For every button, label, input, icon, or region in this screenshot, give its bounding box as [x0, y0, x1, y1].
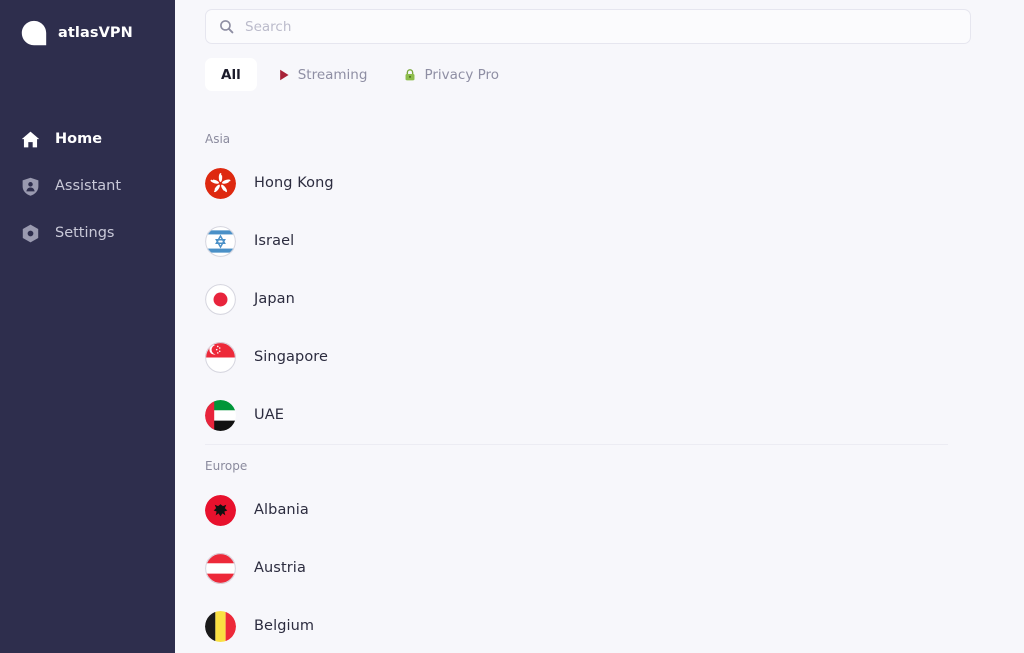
country-name: Austria: [254, 560, 306, 576]
country-name: Japan: [254, 291, 295, 307]
country-group-asia: Asia Hong Kong Israel Japan Singapore UA…: [205, 118, 948, 444]
search-container: [175, 0, 1024, 44]
country-row-singapore[interactable]: Singapore: [205, 328, 948, 386]
country-name: Albania: [254, 502, 309, 518]
tab-label: Privacy Pro: [424, 66, 500, 83]
main-panel: All Streaming Privacy Pro Asia: [175, 0, 1024, 653]
filter-tabs: All Streaming Privacy Pro: [175, 58, 1024, 91]
tab-label: Streaming: [297, 66, 368, 83]
sidebar-item-assistant[interactable]: Assistant: [0, 167, 175, 205]
flag-belgium: [205, 610, 236, 642]
flag-japan: [205, 283, 236, 315]
sidebar-item-label: Assistant: [55, 178, 122, 194]
lock-icon: [405, 68, 415, 80]
brand-name: atlasVPN: [58, 25, 133, 41]
country-row-austria[interactable]: Austria: [205, 539, 948, 597]
flag-albania: [205, 494, 236, 526]
country-row-israel[interactable]: Israel: [205, 212, 948, 270]
brand: atlasVPN: [0, 0, 175, 48]
country-row-japan[interactable]: Japan: [205, 270, 948, 328]
country-row-albania[interactable]: Albania: [205, 481, 948, 539]
sidebar-item-settings[interactable]: Settings: [0, 214, 175, 252]
shield-person-icon: [22, 177, 39, 196]
sidebar-item-home[interactable]: Home: [0, 120, 175, 158]
country-row-uae[interactable]: UAE: [205, 386, 948, 444]
gear-hexagon-icon: [22, 224, 39, 242]
sidebar-item-label: Home: [55, 131, 103, 147]
group-label: Asia: [205, 132, 231, 146]
sidebar: atlasVPN Home Assistant Settings: [0, 0, 175, 653]
flag-singapore: [205, 341, 236, 373]
country-row-hong-kong[interactable]: Hong Kong: [205, 154, 948, 212]
sidebar-nav: Home Assistant Settings: [0, 120, 175, 252]
play-triangle-icon: [279, 69, 289, 80]
search-box[interactable]: [205, 9, 971, 44]
country-row-belgium[interactable]: Belgium: [205, 597, 948, 653]
app-window: atlasVPN Home Assistant Settings Search …: [0, 0, 1024, 653]
group-label: Europe: [205, 444, 948, 481]
search-icon: [220, 20, 234, 34]
atlas-shell-logo-icon: [21, 20, 47, 46]
flag-israel: [205, 225, 236, 257]
flag-austria: [205, 552, 236, 584]
country-list: Asia Hong Kong Israel Japan Singapore UA…: [175, 118, 1024, 653]
country-name: Belgium: [254, 618, 315, 634]
tab-streaming[interactable]: Streaming: [261, 58, 384, 91]
country-name: Singapore: [254, 349, 329, 365]
country-group-europe: Europe Albania Austria Belgium: [205, 444, 948, 653]
country-name: UAE: [254, 407, 284, 423]
tab-all[interactable]: All: [205, 58, 257, 91]
flag-uae: [205, 399, 236, 431]
tab-privacy-pro[interactable]: Privacy Pro: [387, 58, 515, 91]
search-input[interactable]: [245, 10, 958, 43]
home-icon: [21, 131, 40, 147]
country-name: Israel: [254, 233, 295, 249]
flag-hong-kong: [205, 167, 236, 199]
sidebar-item-label: Settings: [55, 225, 115, 241]
tab-label: All: [221, 66, 241, 83]
country-name: Hong Kong: [254, 175, 334, 191]
